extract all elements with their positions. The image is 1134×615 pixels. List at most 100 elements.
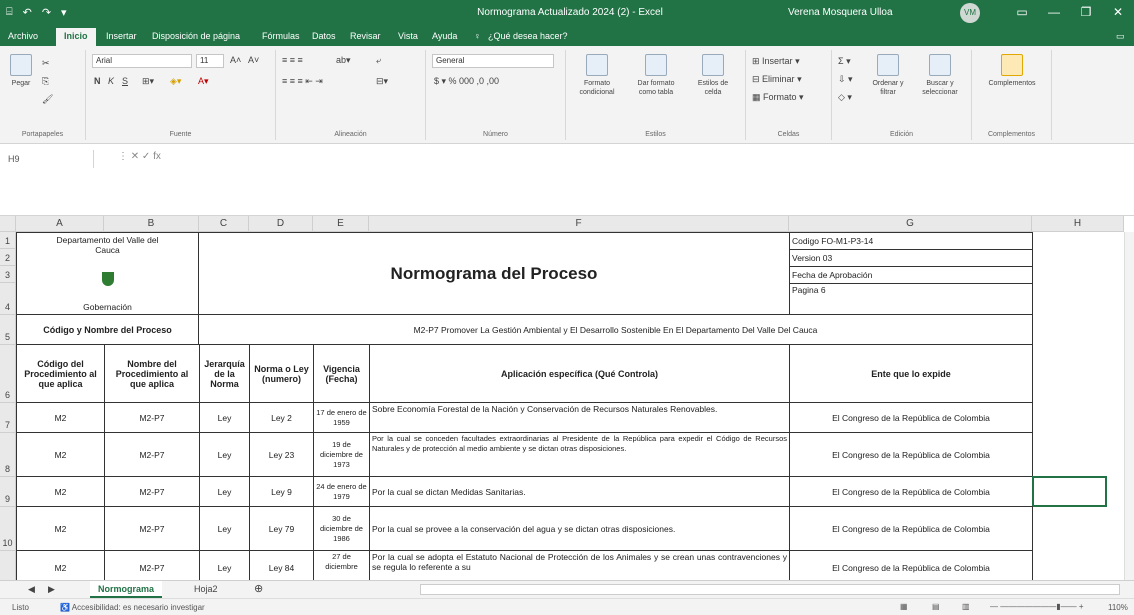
redo-icon[interactable]: ↷ (42, 6, 51, 19)
paste-button[interactable]: Pegar (6, 54, 36, 88)
view-layout-icon[interactable]: ▤ (932, 602, 940, 611)
conditional-format-button[interactable]: Formato condicional (572, 54, 622, 97)
row-header-10[interactable]: 10 (0, 507, 16, 551)
view-normal-icon[interactable]: ▦ (900, 602, 908, 611)
copy-icon[interactable]: ⎘ (42, 76, 49, 87)
column-header-c[interactable]: C (199, 216, 249, 232)
column-header-b[interactable]: B (104, 216, 199, 232)
horizontal-scrollbar[interactable] (420, 584, 1120, 595)
table-cell[interactable]: Ley 2 (249, 402, 314, 433)
format-cells-button[interactable]: ▦ Formato ▾ (752, 92, 804, 103)
column-header-a[interactable]: A (16, 216, 104, 232)
currency-icon[interactable]: $ ▾ % 000 ,0 ,00 (434, 76, 499, 87)
document-version[interactable]: Version 03 (789, 249, 1033, 267)
row-header-4[interactable]: 4 (0, 283, 16, 315)
undo-icon[interactable]: ↶ (23, 6, 32, 19)
table-cell[interactable]: Por la cual se conceden facultades extra… (369, 432, 790, 477)
restore-icon[interactable]: ❐ (1076, 5, 1096, 19)
column-header-h[interactable]: H (1032, 216, 1124, 232)
underline-button[interactable]: S (122, 76, 128, 86)
department-cell[interactable]: Departamento del Valle del Cauca Goberna… (16, 232, 199, 315)
table-cell[interactable]: Ley (199, 402, 250, 433)
th-issuer[interactable]: Ente que lo expide (789, 344, 1033, 403)
font-color-icon[interactable]: A▾ (198, 76, 209, 87)
borders-icon[interactable]: ⊞▾ (142, 76, 154, 87)
avatar[interactable]: VM (960, 3, 980, 23)
row-header-11[interactable] (0, 551, 16, 580)
process-label[interactable]: Código y Nombre del Proceso (16, 314, 199, 345)
format-as-table-button[interactable]: Dar formato como tabla (628, 54, 684, 97)
number-format-select[interactable]: General (432, 54, 554, 68)
table-cell[interactable]: 27 de diciembre (313, 550, 370, 580)
fill-icon[interactable]: ⇩ ▾ (838, 74, 853, 85)
table-cell[interactable]: Ley 79 (249, 506, 314, 551)
table-cell[interactable]: M2 (16, 550, 105, 580)
cut-icon[interactable]: ✂ (42, 58, 50, 69)
tab-disposicion[interactable]: Disposición de página (152, 31, 240, 41)
tab-vista[interactable]: Vista (398, 31, 418, 41)
tab-formulas[interactable]: Fórmulas (262, 31, 300, 41)
th-hierarchy[interactable]: Jerarquía de la Norma (199, 344, 250, 403)
row-header-3[interactable]: 3 (0, 266, 16, 283)
table-cell[interactable]: M2 (16, 506, 105, 551)
comments-icon[interactable]: ▭ (1116, 31, 1125, 42)
th-application[interactable]: Aplicación específica (Qué Controla) (369, 344, 790, 403)
customize-qa-icon[interactable]: ▾ (61, 6, 67, 19)
user-name[interactable]: Verena Mosquera Ulloa (788, 7, 893, 18)
table-cell[interactable]: Por la cual se dictan Medidas Sanitarias… (369, 476, 790, 507)
zoom-level[interactable]: 110% (1108, 603, 1128, 612)
formula-input[interactable] (170, 150, 1120, 170)
approval-date[interactable]: Fecha de Aprobación (789, 266, 1033, 284)
table-cell[interactable]: Ley 23 (249, 432, 314, 477)
format-painter-icon[interactable]: 🖌 (42, 94, 53, 105)
row-header-5[interactable]: 5 (0, 315, 16, 345)
selected-cell-h9[interactable] (1032, 476, 1107, 507)
font-size-select[interactable]: 11 (196, 54, 224, 68)
bold-button[interactable]: N (94, 76, 101, 86)
minimize-icon[interactable]: — (1044, 5, 1064, 19)
ribbon-display-icon[interactable]: ▭ (1012, 5, 1032, 19)
align-left-icon[interactable]: ≡ ≡ ≡ ⇤ ⇥ (282, 76, 323, 87)
fx-icon[interactable]: ⋮ ✕ ✓ fx (118, 151, 161, 162)
addins-button[interactable]: Complementos (982, 54, 1042, 88)
table-cell[interactable]: M2 (16, 402, 105, 433)
table-cell[interactable]: 17 de enero de 1959 (313, 402, 370, 433)
column-header-g[interactable]: G (789, 216, 1032, 232)
find-select-button[interactable]: Buscar y seleccionar (914, 54, 966, 97)
save-icon[interactable]: ⌸ (6, 6, 13, 19)
table-cell[interactable]: Ley (199, 506, 250, 551)
table-cell[interactable]: Sobre Economía Forestal de la Nación y C… (369, 402, 790, 433)
table-cell[interactable]: Por la cual se adopta el Estatuto Nacion… (369, 550, 790, 580)
italic-button[interactable]: K (108, 76, 114, 86)
merge-center-icon[interactable]: ⊟▾ (376, 76, 388, 87)
table-cell[interactable]: 19 de diciembre de 1973 (313, 432, 370, 477)
font-name-select[interactable]: Arial (92, 54, 192, 68)
accessibility-status[interactable]: ♿ Accesibilidad: es necesario investigar (60, 603, 205, 612)
fill-color-icon[interactable]: ◈▾ (170, 76, 181, 87)
table-cell[interactable]: M2-P7 (104, 506, 200, 551)
sheet-tab-hoja2[interactable]: Hoja2 (186, 581, 226, 598)
sheet-tab-normograma[interactable]: Normograma (90, 581, 163, 598)
delete-cells-button[interactable]: ⊟ Eliminar ▾ (752, 74, 802, 85)
column-header-f[interactable]: F (369, 216, 789, 232)
th-procedure-code[interactable]: Código del Procedimiento al que aplica (16, 344, 105, 403)
tab-datos[interactable]: Datos (312, 31, 336, 41)
document-title[interactable]: Normograma del Proceso (198, 232, 790, 315)
th-validity[interactable]: Vigencia (Fecha) (313, 344, 370, 403)
process-name[interactable]: M2-P7 Promover La Gestión Ambiental y El… (198, 314, 1033, 345)
document-code[interactable]: Codigo FO-M1-P3-14 (789, 232, 1033, 250)
table-cell[interactable]: Ley (199, 550, 250, 580)
row-header-9[interactable]: 9 (0, 477, 16, 507)
page-number[interactable]: Pagina 6 (789, 283, 1033, 315)
table-cell[interactable]: Ley 9 (249, 476, 314, 507)
table-cell[interactable]: El Congreso de la República de Colombia (789, 506, 1033, 551)
table-cell[interactable]: M2-P7 (104, 550, 200, 580)
sort-filter-button[interactable]: Ordenar y filtrar (866, 54, 910, 97)
tab-archivo[interactable]: Archivo (8, 31, 38, 41)
tab-revisar[interactable]: Revisar (350, 31, 381, 41)
tab-insertar[interactable]: Insertar (106, 31, 137, 41)
select-all-corner[interactable] (0, 216, 16, 232)
add-sheet-icon[interactable]: ⊕ (246, 581, 271, 598)
table-cell[interactable]: El Congreso de la República de Colombia (789, 402, 1033, 433)
row-header-2[interactable]: 2 (0, 249, 16, 266)
